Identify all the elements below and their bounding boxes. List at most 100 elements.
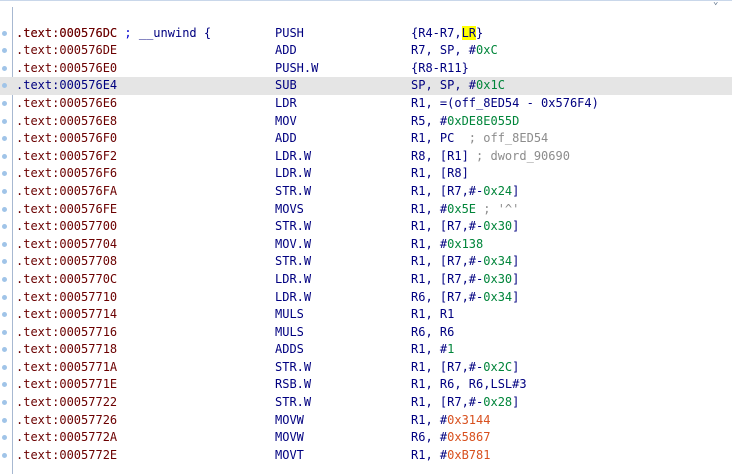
operands: R1, [R8] [411,166,469,181]
scroll-caret-icon[interactable]: ⌄ [713,0,718,7]
code-row[interactable]: .text:00057714 MULS R1, R1 [0,306,732,324]
operands: R1, [R7,#-0x2C] [411,359,520,374]
breakpoint-dot-icon[interactable] [2,364,7,370]
code-row[interactable]: .text:00057716 MULS R6, R6 [0,324,732,342]
operands: R1, [R7,#-0x30] [411,271,520,286]
mnemonic: MOVT [275,447,304,462]
code-row[interactable]: .text:000576E6 LDR R1, =(off_8ED54 - 0x576… [0,95,732,113]
mnemonic: ADDS [275,342,304,357]
breakpoint-dot-icon[interactable] [2,224,7,230]
line-address: .text:000576E6 [16,95,118,110]
operands: R1, #0x3144 [411,412,491,427]
code-row[interactable]: .text:000576DC PUSH {R4-R7,LR} [0,25,732,43]
disassembly-view[interactable]: ⌄ .text:000576DC ; __unwind { .text:0005… [0,0,732,474]
code-row[interactable]: .text:000576F2 LDR.W R8, [R1] ; dword_9069… [0,148,732,166]
comment: ; dword_90690 [468,148,570,163]
breakpoint-dot-icon[interactable] [2,417,7,423]
breakpoint-dot-icon[interactable] [2,382,7,388]
breakpoint-dot-icon[interactable] [2,312,7,318]
operands: R1, =(off_8ED54 - 0x576F4) [411,95,599,110]
line-address: .text:00057710 [16,289,118,304]
code-row[interactable]: .text:00057708 STR.W R1, [R7,#-0x34] [0,253,732,271]
operands: R5, #0xDE8E055D [411,113,520,128]
breakpoint-dot-icon[interactable] [2,329,7,335]
line-address: .text:000576FE [16,201,118,216]
line-address: .text:000576DE [16,43,118,58]
lr-register-highlight: LR [461,25,477,40]
mnemonic: LDR.W [275,289,312,304]
operands: R1, #1 [411,342,455,357]
code-row[interactable]: .text:0005771A STR.W R1, [R7,#-0x2C] [0,359,732,377]
code-row[interactable]: .text:000576FE MOVS R1, #0x5E ; '^' [0,201,732,219]
breakpoint-dot-icon[interactable] [2,206,7,212]
line-address: .text:00057726 [16,412,118,427]
mnemonic: STR.W [275,219,312,234]
line-address: .text:0005770C [16,271,118,286]
mnemonic: STR.W [275,395,312,410]
breakpoint-dot-icon[interactable] [2,241,7,247]
breakpoint-dot-icon[interactable] [2,153,7,159]
code-row[interactable]: .text:00057704 MOV.W R1, #0x138 [0,236,732,254]
line-address: .text:0005772E [16,447,118,462]
code-row[interactable]: .text:0005770C LDR.W R1, [R7,#-0x30] [0,271,732,289]
mnemonic: MOVW [275,412,304,427]
code-row[interactable]: .text:00057722 STR.W R1, [R7,#-0x28] [0,394,732,412]
operands: R8, [R1] ; dword_90690 [411,148,570,163]
breakpoint-dot-icon[interactable] [2,435,7,441]
breakpoint-dot-icon[interactable] [2,294,7,300]
code-row[interactable]: .text:000576DE ADD R7, SP, #0xC [0,42,732,60]
code-row[interactable]: .text:0005772E MOVT R1, #0xB781 [0,447,732,465]
function-header-row[interactable]: .text:000576DC ; __unwind { [0,7,732,40]
breakpoint-dot-icon[interactable] [2,259,7,265]
code-row[interactable]: .text:00057718 ADDS R1, #1 [0,341,732,359]
breakpoint-dot-icon[interactable] [2,276,7,282]
operands: R1, PC ; off_8ED54 [411,131,549,146]
mnemonic: LDR.W [275,166,312,181]
breakpoint-dot-icon[interactable] [2,100,7,106]
operands: R1, #0x5E ; '^' [411,201,520,216]
breakpoint-dot-icon[interactable] [2,347,7,353]
breakpoint-dot-icon[interactable] [2,118,7,124]
mnemonic: LDR [275,95,297,110]
breakpoint-dot-icon[interactable] [2,83,7,89]
code-row[interactable]: .text:00057710 LDR.W R6, [R7,#-0x34] [0,289,732,307]
breakpoint-dot-icon[interactable] [2,188,7,194]
code-row[interactable]: .text:00057700 STR.W R1, [R7,#-0x30] [0,218,732,236]
line-address: .text:00057708 [16,254,118,269]
mnemonic: ADD [275,131,297,146]
line-address: .text:00057714 [16,307,118,322]
code-row[interactable]: .text:000576F0 ADD R1, PC ; off_8ED54 [0,130,732,148]
current-code-row[interactable]: .text:000576E4 SUB SP, SP, #0x1C [0,77,732,95]
mnemonic: PUSH [275,25,304,40]
breakpoint-dot-icon[interactable] [2,452,7,458]
code-row[interactable]: .text:000576FA STR.W R1, [R7,#-0x24] [0,183,732,201]
breakpoint-dot-icon[interactable] [2,400,7,406]
breakpoint-dot-icon[interactable] [2,48,7,54]
line-address: .text:000576F2 [16,148,118,163]
code-row[interactable]: .text:000576F6 LDR.W R1, [R8] [0,165,732,183]
mnemonic: MOVW [275,430,304,445]
breakpoint-dot-icon[interactable] [2,136,7,142]
mnemonic: MOV.W [275,236,312,251]
code-row[interactable]: .text:000576E0 PUSH.W {R8-R11} [0,60,732,78]
breakpoint-dot-icon[interactable] [2,65,7,71]
mnemonic: MULS [275,307,304,322]
code-row[interactable]: .text:0005771E RSB.W R1, R6, R6,LSL#3 [0,376,732,394]
operands: {R4-R7,LR} [411,25,484,40]
code-row[interactable]: .text:000576E8 MOV R5, #0xDE8E055D [0,113,732,131]
mnemonic: MULS [275,324,304,339]
mnemonic: PUSH.W [275,60,319,75]
operands: R7, SP, #0xC [411,43,498,58]
code-row[interactable]: .text:00057726 MOVW R1, #0x3144 [0,412,732,430]
mnemonic: MOVS [275,201,304,216]
operands: R1, [R7,#-0x34] [411,254,520,269]
line-address: .text:000576F0 [16,131,118,146]
line-address: .text:0005771A [16,359,118,374]
operands: R1, [R7,#-0x30] [411,219,520,234]
line-address: .text:000576E8 [16,113,118,128]
code-row[interactable]: .text:0005772A MOVW R6, #0x5867 [0,429,732,447]
operands: {R8-R11} [411,60,469,75]
operands: R1, [R7,#-0x28] [411,395,520,410]
breakpoint-dot-icon[interactable] [2,30,7,36]
breakpoint-dot-icon[interactable] [2,171,7,177]
